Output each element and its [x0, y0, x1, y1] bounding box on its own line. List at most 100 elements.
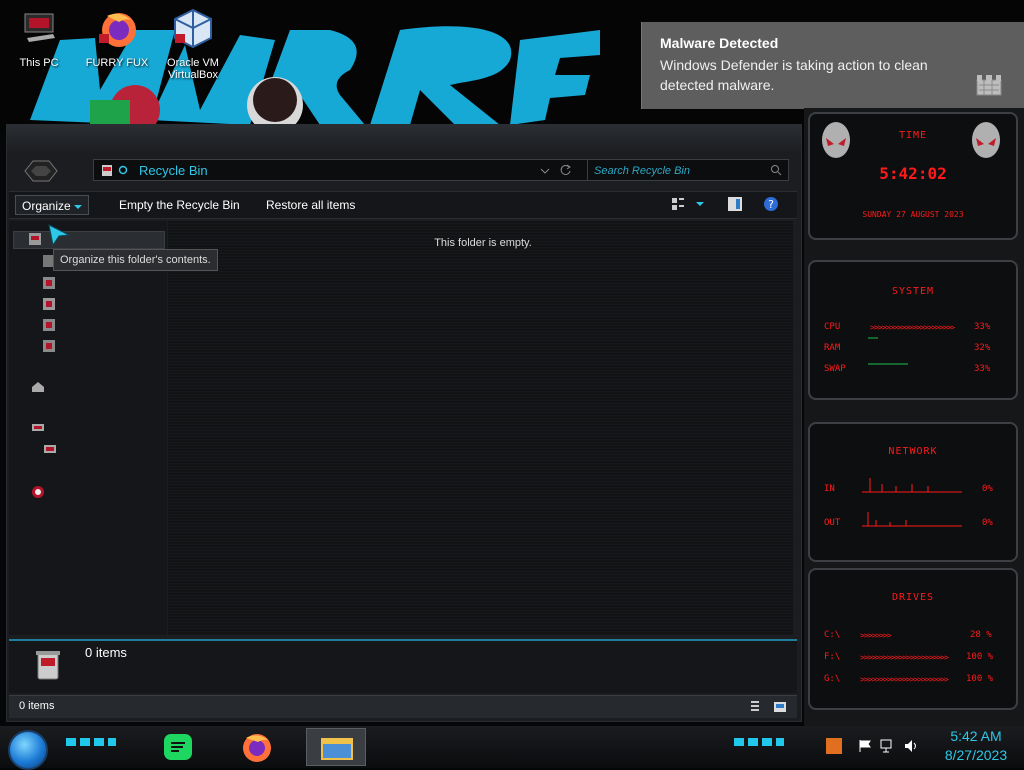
address-bar[interactable]: Recycle Bin — [93, 159, 589, 181]
restore-all-items-button[interactable]: Restore all items — [260, 195, 361, 215]
chevron-down-icon — [74, 205, 83, 209]
network-out-graph — [862, 512, 962, 527]
desktop-icon-label: FURRY FUX — [85, 57, 149, 69]
ram-value: 32% — [974, 343, 991, 353]
organize-button[interactable]: Organize — [15, 195, 90, 215]
network-gadget-title: NETWORK — [888, 446, 938, 457]
language-icon[interactable] — [826, 738, 842, 754]
drives-gadget-title: DRIVES — [891, 592, 935, 603]
drive-g-value: 100 % — [966, 674, 994, 684]
memory-graph — [868, 337, 908, 365]
location-dot-icon — [118, 165, 128, 175]
malware-notification[interactable]: Malware Detected Windows Defender is tak… — [641, 22, 1024, 109]
action-center-flag-icon[interactable] — [858, 739, 872, 753]
preview-pane-icon[interactable] — [727, 196, 743, 212]
nav-item-icon — [43, 298, 55, 310]
gadget-sidebar: TIME 5:42:02 SUNDAY 27 AUGUST 2023 SYSTE… — [804, 108, 1024, 726]
system-gadget-title: SYSTEM — [891, 286, 935, 297]
nav-item-icon — [43, 340, 55, 352]
spotify-icon[interactable] — [162, 732, 194, 762]
help-icon[interactable]: ? — [763, 196, 779, 212]
desktop-icon-label-line1: Oracle VM — [167, 57, 219, 69]
gadget-date: SUNDAY 27 AUGUST 2023 — [862, 210, 964, 219]
network-out-label: OUT — [824, 518, 841, 528]
desktop-icon-furry-fux[interactable]: FURRY FUX — [82, 8, 152, 69]
network-in-value: 0% — [982, 484, 993, 494]
this-pc-icon — [24, 13, 55, 42]
taskbar-decor-left — [66, 738, 116, 746]
recycle-bin-small-icon — [102, 165, 112, 176]
volume-icon[interactable] — [904, 739, 920, 753]
firefox-icon[interactable] — [240, 731, 274, 763]
drive-f-value: 100 % — [966, 652, 994, 662]
desktop-icon-this-pc[interactable]: This PC — [4, 8, 74, 69]
drive-g-meter-bar: >>>>>>>>>>>>>>>>>>>>>>> — [860, 675, 949, 684]
window-titlebar[interactable] — [7, 125, 801, 155]
time-gadget-title: TIME — [898, 130, 928, 141]
notification-body: Windows Defender is taking action to cle… — [660, 57, 928, 93]
file-explorer-task-button[interactable] — [306, 728, 366, 766]
cpu-value: 33% — [974, 322, 991, 332]
system-gadget[interactable]: SYSTEM CPU >>>>>>>>>>>>>>>>>>>>>> 33% RA… — [808, 260, 1018, 400]
taskbar-decor-right — [734, 738, 784, 746]
desktop-icon-virtualbox[interactable]: Oracle VM VirtualBox — [158, 8, 228, 81]
nav-item-icon — [29, 233, 41, 245]
time-gadget[interactable]: TIME 5:42:02 SUNDAY 27 AUGUST 2023 — [808, 112, 1018, 240]
firefox-icon — [99, 13, 136, 47]
taskbar: 5:42 AM 8/27/2023 — [0, 726, 1024, 770]
drives-gadget[interactable]: DRIVES C:\ >>>>>>>> 28 % F:\ >>>>>>>>>>>… — [808, 568, 1018, 710]
nav-item-icon — [43, 277, 55, 289]
address-path: Recycle Bin — [139, 163, 208, 178]
network-nav-icon — [32, 486, 44, 498]
address-dropdown-icon[interactable] — [540, 166, 550, 176]
drive-f-label: F:\ — [824, 652, 841, 662]
desktop-icon-label-line2: VirtualBox — [168, 69, 218, 81]
cpu-meter-bar: >>>>>>>>>>>>>>>>>>>>>> — [870, 323, 955, 332]
drive-nav-icon — [44, 445, 56, 453]
view-options-chevron-icon[interactable] — [695, 201, 705, 207]
this-pc-nav-icon — [32, 424, 44, 431]
mouse-cursor-icon — [48, 224, 71, 247]
command-bar: Organize Empty the Recycle Bin Restore a… — [9, 191, 797, 219]
organize-label: Organize — [22, 199, 71, 213]
organize-tooltip: Organize this folder's contents. — [53, 249, 218, 271]
change-view-icon[interactable] — [671, 197, 685, 211]
drive-f-meter-bar: >>>>>>>>>>>>>>>>>>>>>>> — [860, 653, 949, 662]
network-gadget[interactable]: NETWORK IN 0% OUT 0% — [808, 422, 1018, 562]
network-in-label: IN — [824, 484, 835, 494]
taskbar-clock[interactable]: 5:42 AM 8/27/2023 — [932, 727, 1020, 765]
start-button[interactable] — [8, 730, 48, 770]
ram-label: RAM — [824, 343, 841, 353]
file-list-area[interactable]: This folder is empty. — [168, 221, 793, 635]
drive-c-meter-bar: >>>>>>>> — [860, 631, 892, 640]
drive-g-label: G:\ — [824, 674, 841, 684]
details-view-icon[interactable] — [749, 700, 761, 714]
defender-castle-icon — [976, 75, 1002, 96]
details-item-count: 0 items — [85, 645, 127, 660]
notification-title: Malware Detected — [660, 35, 779, 51]
desktop-icon-label: This PC — [19, 57, 59, 69]
back-forward-icon[interactable] — [23, 159, 59, 183]
empty-folder-message: This folder is empty. — [434, 237, 532, 249]
homegroup-icon — [32, 382, 44, 392]
details-pane: 0 items — [9, 639, 797, 693]
search-icon[interactable] — [770, 164, 782, 176]
network-in-graph — [862, 478, 962, 493]
recycle-bin-window[interactable]: Recycle Bin Organize Empty the Recycle B… — [6, 124, 802, 722]
navigation-pane[interactable] — [9, 221, 167, 635]
network-out-value: 0% — [982, 518, 993, 528]
network-icon[interactable] — [880, 739, 896, 753]
refresh-icon[interactable] — [560, 164, 572, 176]
search-input[interactable] — [592, 162, 766, 180]
swap-value: 33% — [974, 364, 991, 374]
nav-item-icon — [43, 319, 55, 331]
large-icons-view-icon[interactable] — [773, 700, 787, 714]
gadget-clock: 5:42:02 — [879, 164, 947, 183]
swap-label: SWAP — [824, 364, 846, 374]
empty-recycle-bin-button[interactable]: Empty the Recycle Bin — [113, 195, 246, 215]
drive-c-value: 28 % — [970, 630, 992, 640]
search-box[interactable] — [587, 159, 789, 181]
recycle-bin-large-icon — [36, 651, 60, 680]
taskbar-date: 8/27/2023 — [944, 747, 1008, 763]
svg-text:?: ? — [768, 198, 774, 211]
